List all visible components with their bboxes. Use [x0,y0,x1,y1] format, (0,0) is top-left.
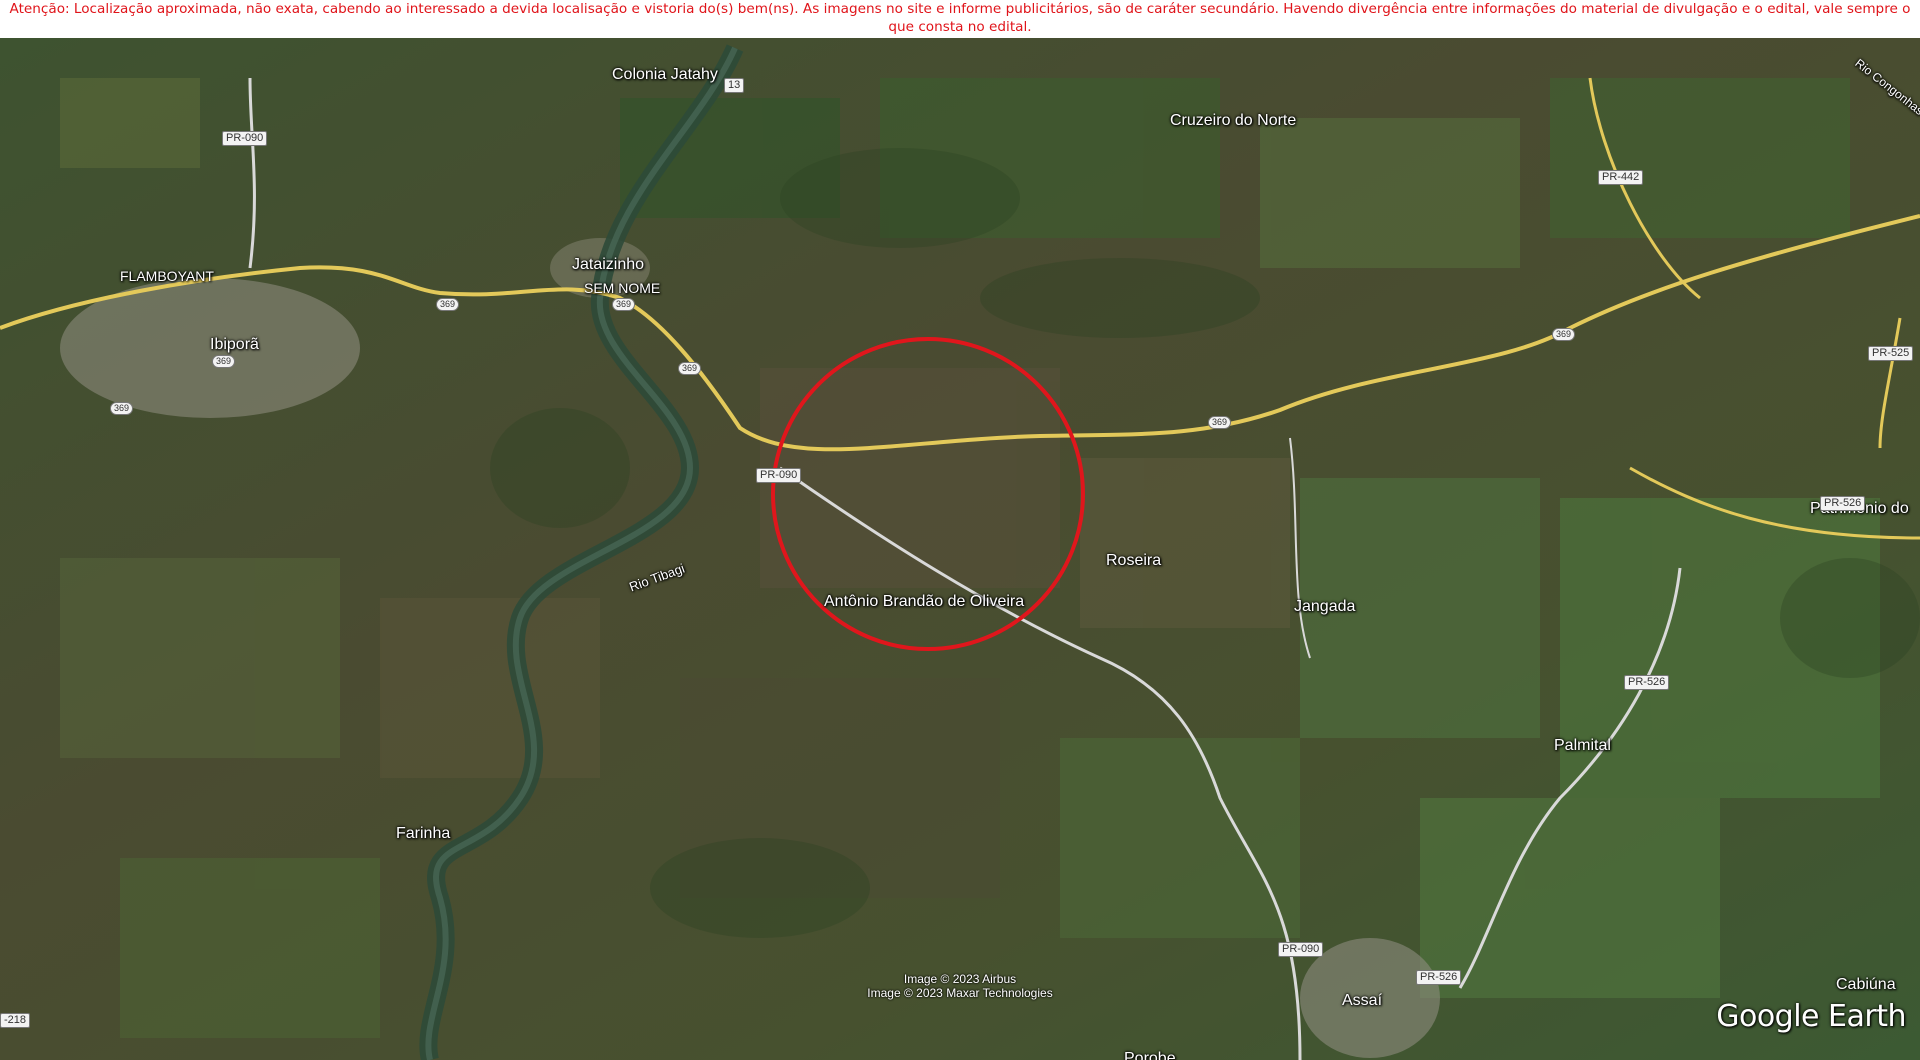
road-shield-pr090: PR-090 [1278,942,1324,957]
copyright-airbus: Image © 2023 Airbus [903,972,1017,986]
imagery-copyright: Image © 2023 Airbus Image © 2023 Maxar T… [800,972,1120,1000]
place-roseira: Roseira [1106,552,1162,569]
disclaimer-banner: Atenção: Localização aproximada, não exa… [0,0,1920,38]
road-shield-369: 369 [612,298,636,311]
road-shield-pr090: PR-090 [756,468,802,483]
place-flamboyant: FLAMBOYANT [120,268,214,284]
google-earth-logo: Google Earth [1716,999,1906,1034]
place-sem-nome: SEM NOME [584,280,661,296]
satellite-map[interactable]: Colonia Jatahy Cruzeiro do Norte FLAMBOY… [0,38,1920,1060]
road-shield-pr218: -218 [0,1013,31,1028]
location-marker [771,337,1085,651]
place-ibipora: Ibiporã [210,336,259,353]
place-palmital: Palmital [1554,737,1611,754]
road-shield-pr442: PR-442 [1598,170,1644,185]
copyright-maxar: Image © 2023 Maxar Technologies [867,986,1053,1000]
place-antonio-brandao-de-oliveira: Antônio Brandão de Oliveira [824,593,1025,610]
place-cruzeiro-do-norte: Cruzeiro do Norte [1170,112,1297,129]
road-shield-pr526: PR-526 [1820,496,1866,511]
place-farinha: Farinha [396,825,451,842]
road-shield-369: 369 [678,362,702,375]
road-shield-pr526: PR-526 [1416,970,1462,985]
place-jataizinho: Jataizinho [572,256,645,273]
road-shield-369: 369 [1208,416,1232,429]
place-assai: Assaí [1342,992,1383,1009]
place-porobe: Porobe [1124,1050,1176,1060]
road-shield-pr090: PR-090 [222,131,268,146]
road-shield-pr526: PR-526 [1624,675,1670,690]
road-shield-369: 369 [436,298,460,311]
place-jangada: Jangada [1294,598,1356,615]
road-shield-369: 369 [212,355,236,368]
place-cabiuna: Cabiúna [1836,976,1896,993]
road-shield-pr525: PR-525 [1868,346,1914,361]
road-shield-13: 13 [724,78,745,93]
road-shield-369: 369 [110,402,134,415]
road-shield-369: 369 [1552,328,1576,341]
place-colonia-jatahy: Colonia Jatahy [612,66,718,83]
